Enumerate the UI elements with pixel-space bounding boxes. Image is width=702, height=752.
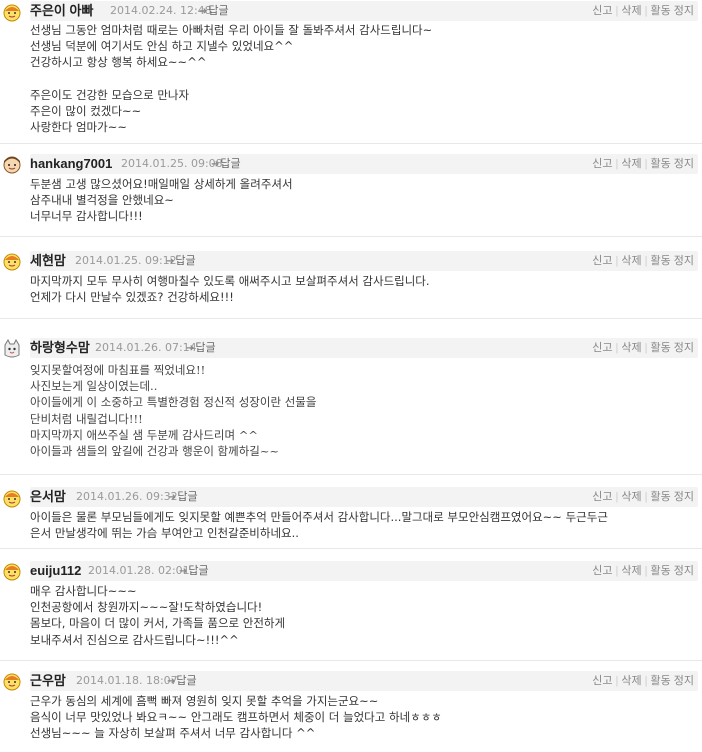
smiley-avatar-icon <box>3 253 21 271</box>
reply-arrow-icon: ➜ <box>186 343 195 354</box>
reply-arrow-icon: ➜ <box>168 492 177 503</box>
reply-button[interactable]: ➜답글 <box>168 487 198 508</box>
comment-date: 2014.01.25. 09:08 <box>121 157 223 170</box>
smiley-avatar-icon <box>3 4 21 22</box>
delete-link[interactable]: 삭제 <box>621 255 641 267</box>
reply-arrow-icon: ➜ <box>199 6 208 17</box>
divider <box>0 236 702 237</box>
comment-date: 2014.01.26. 09:32 <box>76 490 178 503</box>
delete-link[interactable]: 삭제 <box>621 5 641 17</box>
comment-author[interactable]: euiju112 <box>30 561 81 581</box>
comment-date: 2014.01.28. 02:01 <box>88 564 190 577</box>
comment-actions: 신고 | 삭제 | 활동 정지 <box>592 158 694 170</box>
report-link[interactable]: 신고 <box>592 5 612 17</box>
delete-link[interactable]: 삭제 <box>621 675 641 687</box>
comment-date: 2014.01.26. 07:14 <box>95 341 197 354</box>
reply-button[interactable]: ➜답글 <box>179 561 209 582</box>
comment-date: 2014.01.25. 09:12 <box>75 254 177 267</box>
suspend-link[interactable]: 활동 정지 <box>650 675 694 687</box>
avatar[interactable] <box>2 561 22 581</box>
avatar[interactable] <box>2 671 22 691</box>
delete-link[interactable]: 삭제 <box>621 158 641 170</box>
reply-button[interactable]: ➜답글 <box>211 154 241 175</box>
report-link[interactable]: 신고 <box>592 158 612 170</box>
comment-author[interactable]: hankang7001 <box>30 154 112 174</box>
comment-author[interactable]: 하랑형수맘 <box>30 338 90 358</box>
cat-avatar-icon <box>4 339 20 358</box>
report-link[interactable]: 신고 <box>592 675 612 687</box>
comment-author[interactable]: 은서맘 <box>30 487 66 507</box>
comment-text: 두분샘 고생 많으셨어요!매일매일 상세하게 올려주셔서 삼주내내 별걱정을 안… <box>30 177 293 224</box>
comment-text: 근우가 동심의 세계에 흠뻑 빠져 영원히 잊지 못할 추억을 가지는군요~~ … <box>30 694 442 741</box>
suspend-link[interactable]: 활동 정지 <box>650 565 694 577</box>
delete-link[interactable]: 삭제 <box>621 565 641 577</box>
report-link[interactable]: 신고 <box>592 342 612 354</box>
delete-link[interactable]: 삭제 <box>621 491 641 503</box>
reply-button[interactable]: ➜답글 <box>167 671 197 692</box>
delete-link[interactable]: 삭제 <box>621 342 641 354</box>
report-link[interactable]: 신고 <box>592 491 612 503</box>
report-link[interactable]: 신고 <box>592 255 612 267</box>
avatar[interactable] <box>2 251 22 271</box>
avatar[interactable] <box>2 154 22 174</box>
reply-button[interactable]: ➜답글 <box>186 338 216 359</box>
comment-actions: 신고 | 삭제 | 활동 정지 <box>592 491 694 503</box>
divider <box>0 143 702 144</box>
comment-date: 2014.01.18. 18:07 <box>76 674 178 687</box>
smiley-avatar-icon <box>3 673 21 691</box>
suspend-link[interactable]: 활동 정지 <box>650 255 694 267</box>
divider <box>0 474 702 475</box>
reply-button[interactable]: ➜답글 <box>166 251 196 272</box>
comment-text: 아이들은 물론 부모님들에게도 잊지못할 예쁜추억 만들어주셔서 감사합니다..… <box>30 510 608 541</box>
comment-author[interactable]: 세현맘 <box>30 251 66 271</box>
comment-date: 2014.02.24. 12:48 <box>110 4 212 17</box>
comment-actions: 신고 | 삭제 | 활동 정지 <box>592 5 694 17</box>
suspend-link[interactable]: 활동 정지 <box>650 342 694 354</box>
divider <box>0 660 702 661</box>
suspend-link[interactable]: 활동 정지 <box>650 491 694 503</box>
suspend-link[interactable]: 활동 정지 <box>650 158 694 170</box>
character-avatar-icon <box>3 156 21 174</box>
comment-author[interactable]: 근우맘 <box>30 671 66 691</box>
avatar[interactable] <box>2 488 22 508</box>
comment-actions: 신고 | 삭제 | 활동 정지 <box>592 255 694 267</box>
comment-text: 선생님 그동안 엄마처럼 때로는 아빠처럼 우리 아이들 잘 돌봐주셔서 감사드… <box>30 23 433 135</box>
smiley-avatar-icon <box>3 563 21 581</box>
comment-actions: 신고 | 삭제 | 활동 정지 <box>592 565 694 577</box>
comment-text: 잊지못할여정에 마침표를 찍었네요!! 사진보는게 일상이였는데.. 아이들에게… <box>30 363 317 459</box>
comment-author[interactable]: 주은이 아빠 <box>30 1 93 21</box>
divider <box>0 318 702 319</box>
reply-button[interactable]: ➜답글 <box>199 1 229 22</box>
comment-text: 매우 감사합니다~~~ 인천공항에서 창원까지~~~잘!도착하였습니다! 몸보다… <box>30 584 286 647</box>
reply-arrow-icon: ➜ <box>179 566 188 577</box>
comment-text: 마지막까지 모두 무사히 여행마칠수 있도록 애써주시고 보살펴주셔서 감사드립… <box>30 274 430 305</box>
comment-actions: 신고 | 삭제 | 활동 정지 <box>592 342 694 354</box>
avatar[interactable] <box>2 339 22 359</box>
avatar[interactable] <box>2 2 22 22</box>
reply-arrow-icon: ➜ <box>166 256 175 267</box>
reply-arrow-icon: ➜ <box>167 676 176 687</box>
divider <box>0 548 702 549</box>
reply-arrow-icon: ➜ <box>211 159 220 170</box>
report-link[interactable]: 신고 <box>592 565 612 577</box>
comment-actions: 신고 | 삭제 | 활동 정지 <box>592 675 694 687</box>
smiley-avatar-icon <box>3 490 21 508</box>
suspend-link[interactable]: 활동 정지 <box>650 5 694 17</box>
